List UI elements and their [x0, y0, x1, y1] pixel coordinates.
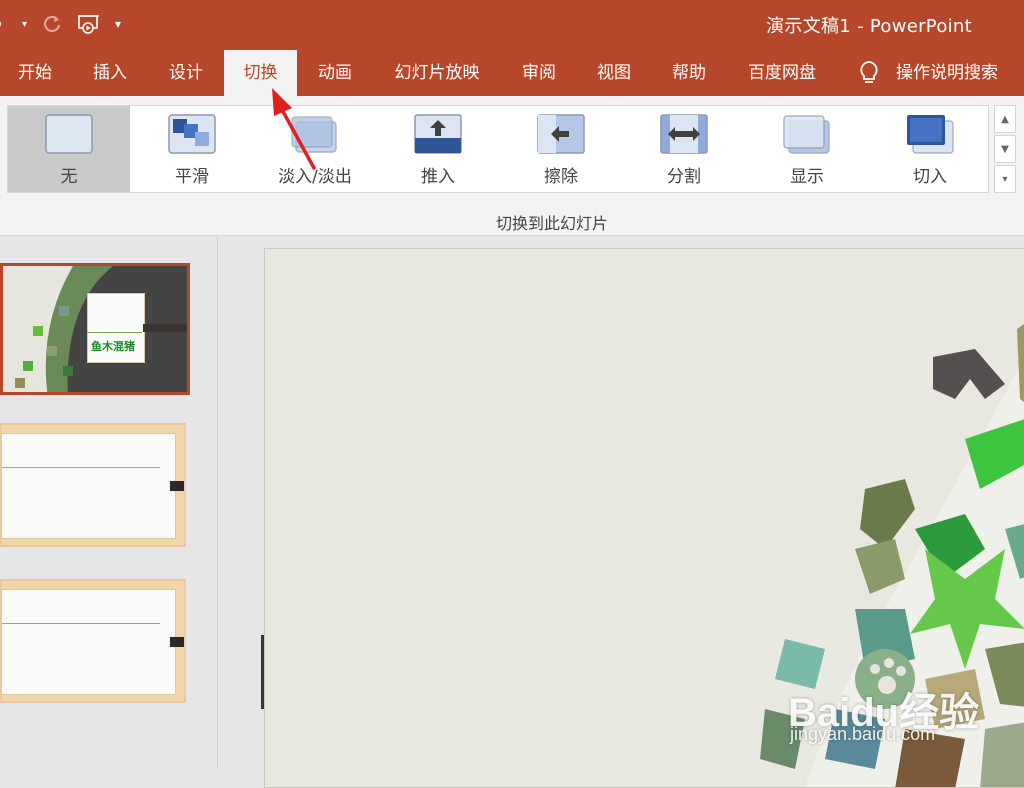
thumb-content-card: [2, 589, 176, 695]
tab-design[interactable]: 设计: [150, 50, 222, 96]
transition-label: 擦除: [544, 167, 578, 187]
slide-thumbnail-pane: 鱼木混猪: [0, 237, 218, 768]
transition-cut[interactable]: 切入: [869, 106, 991, 192]
slide-thumbnail-2[interactable]: [0, 423, 186, 547]
transition-gallery: 无 平滑 淡入/淡出 推入 擦除 分割 显示 切入: [7, 105, 989, 193]
tab-insert[interactable]: 插入: [74, 50, 146, 96]
slide-thumbnail-3[interactable]: [0, 579, 186, 703]
tell-me-search[interactable]: 操作说明搜索: [858, 50, 998, 96]
customize-qat-icon[interactable]: ▾: [115, 17, 121, 31]
undo-dropdown-icon[interactable]: ▾: [22, 19, 27, 30]
wipe-transition-icon: [537, 114, 585, 154]
tab-review[interactable]: 审阅: [505, 50, 573, 96]
gallery-more-button[interactable]: ▾: [994, 165, 1016, 193]
gallery-scroll-down[interactable]: ▼: [994, 135, 1016, 163]
morph-transition-icon: [168, 114, 216, 154]
thumb-dark-tab: [170, 481, 184, 491]
none-transition-icon: [45, 114, 93, 154]
transition-wipe[interactable]: 擦除: [500, 106, 622, 192]
tab-home[interactable]: 开始: [0, 50, 70, 96]
transition-label: 无: [60, 167, 78, 187]
transition-label: 分割: [667, 167, 701, 187]
transition-label: 推入: [421, 167, 455, 187]
transition-label: 平滑: [175, 167, 209, 187]
title-bar: ▾ ▾ 演示文稿1 - PowerPoint: [0, 0, 1024, 50]
quick-access-toolbar: ▾ ▾: [0, 8, 135, 40]
annotation-arrow: [272, 88, 316, 170]
transition-reveal[interactable]: 显示: [746, 106, 868, 192]
thumb-title-line: [2, 623, 160, 624]
from-beginning-icon[interactable]: [77, 13, 101, 35]
transition-label: 显示: [790, 167, 824, 187]
gallery-scroll-up[interactable]: ▲: [994, 105, 1016, 133]
window-title: 演示文稿1 - PowerPoint: [766, 16, 972, 37]
ribbon-tabs: 开始 插入 设计 切换 动画 幻灯片放映 审阅 视图 帮助 百度网盘 操作说明搜…: [0, 50, 1024, 96]
tab-slideshow[interactable]: 幻灯片放映: [378, 50, 496, 96]
push-transition-icon: [414, 114, 462, 154]
baidu-watermark-url: jingyan.baidu.com: [790, 724, 936, 744]
transition-none[interactable]: 无: [8, 106, 130, 192]
reveal-transition-icon: [783, 115, 830, 154]
redo-icon[interactable]: [41, 13, 63, 35]
lightbulb-icon: [860, 61, 878, 83]
tab-help[interactable]: 帮助: [655, 50, 723, 96]
tab-view[interactable]: 视图: [580, 50, 648, 96]
transition-label: 切入: [913, 167, 947, 187]
gallery-scroll: ▲ ▼ ▾: [994, 105, 1016, 193]
split-transition-icon: [660, 114, 708, 154]
transition-push[interactable]: 推入: [377, 106, 499, 192]
thumb-dark-tab: [170, 637, 184, 647]
thumb-dark-bar: [143, 324, 187, 332]
group-label: 切换到此幻灯片: [495, 214, 608, 233]
ribbon-panel: 无 平滑 淡入/淡出 推入 擦除 分割 显示 切入 ▲ ▼ ▾ 切换到此幻灯片: [0, 96, 1024, 236]
cut-transition-icon: [907, 115, 954, 154]
thumb-title-line: [87, 332, 142, 333]
transition-split[interactable]: 分割: [623, 106, 745, 192]
thumb-content-card: [2, 433, 176, 539]
tab-baidu-netdisk[interactable]: 百度网盘: [732, 50, 832, 96]
slide-thumbnail-1[interactable]: 鱼木混猪: [0, 263, 190, 395]
thumb-title-text: 鱼木混猪: [91, 340, 135, 353]
transition-morph[interactable]: 平滑: [131, 106, 253, 192]
thumb-title-line: [2, 467, 160, 468]
save-icon[interactable]: [0, 16, 8, 32]
tell-me-label: 操作说明搜索: [896, 63, 998, 83]
